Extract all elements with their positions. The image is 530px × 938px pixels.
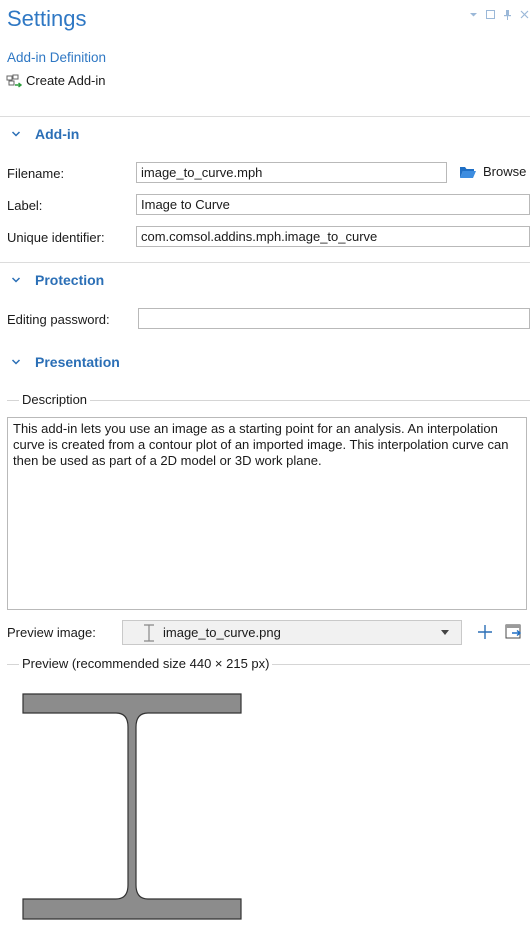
unique-identifier-field[interactable]: com.comsol.addins.mph.image_to_curve bbox=[136, 226, 530, 247]
close-icon[interactable] bbox=[519, 10, 530, 23]
filename-field[interactable]: image_to_curve.mph bbox=[136, 162, 447, 183]
chevron-down-icon bbox=[11, 359, 21, 365]
dropdown-arrow-icon bbox=[441, 630, 449, 635]
section-addin-title: Add-in bbox=[35, 125, 80, 142]
import-image-button[interactable] bbox=[503, 621, 525, 643]
import-icon bbox=[505, 624, 522, 639]
chevron-down-icon bbox=[11, 276, 21, 283]
unique-identifier-label: Unique identifier: bbox=[7, 230, 105, 245]
section-protection-title: Protection bbox=[35, 271, 105, 288]
preview-image-value: image_to_curve.png bbox=[163, 625, 281, 640]
pin-icon[interactable] bbox=[502, 10, 513, 23]
label-field[interactable]: Image to Curve bbox=[136, 194, 530, 215]
dropdown-icon[interactable] bbox=[468, 10, 479, 23]
maximize-icon[interactable] bbox=[485, 10, 496, 23]
section-presentation-title: Presentation bbox=[35, 354, 120, 370]
add-image-button[interactable] bbox=[474, 621, 496, 643]
preview-image-label: Preview image: bbox=[7, 625, 96, 640]
editing-password-label: Editing password: bbox=[7, 312, 110, 327]
filename-label: Filename: bbox=[7, 166, 65, 181]
section-addin-header[interactable]: Add-in bbox=[0, 116, 530, 150]
create-addin-icon bbox=[6, 74, 22, 88]
editing-password-field[interactable] bbox=[138, 308, 530, 329]
chevron-down-icon bbox=[11, 130, 21, 137]
section-presentation-header[interactable]: Presentation bbox=[0, 345, 530, 379]
label-label: Label: bbox=[7, 198, 43, 213]
panel-title: Settings bbox=[7, 6, 87, 31]
description-textarea[interactable]: This add-in lets you use an image as a s… bbox=[7, 417, 527, 610]
i-beam-preview-graphic bbox=[22, 693, 242, 920]
plus-icon bbox=[478, 625, 492, 639]
create-addin-label: Create Add-in bbox=[26, 73, 106, 88]
browse-button[interactable]: Browse bbox=[459, 164, 526, 179]
folder-icon bbox=[460, 166, 476, 178]
browse-label: Browse bbox=[483, 164, 527, 179]
description-group-title: Description bbox=[19, 392, 91, 407]
section-protection-header[interactable]: Protection bbox=[0, 262, 530, 296]
preview-image bbox=[9, 682, 249, 928]
preview-image-select[interactable]: image_to_curve.png bbox=[122, 620, 462, 645]
preview-group-title: Preview (recommended size 440 × 215 px) bbox=[19, 656, 273, 671]
window-controls bbox=[468, 10, 530, 23]
create-addin-button[interactable]: Create Add-in bbox=[6, 73, 106, 88]
text-cursor-icon bbox=[144, 623, 154, 642]
panel-subtitle: Add-in Definition bbox=[7, 50, 107, 65]
